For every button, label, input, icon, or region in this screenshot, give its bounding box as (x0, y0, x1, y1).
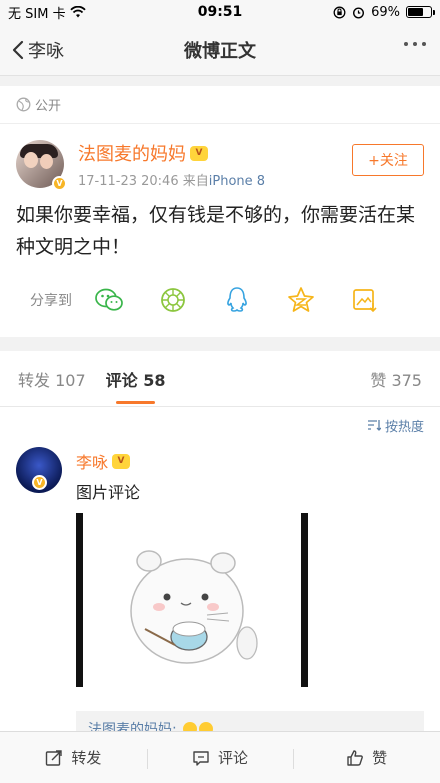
back-label: 李咏 (28, 40, 64, 62)
comment-button[interactable]: 评论 (146, 747, 294, 769)
comment-item: V 李咏 V 图片评论 法图麦的妈妈: (0, 443, 440, 743)
repost-icon (46, 749, 63, 766)
qzone-icon[interactable] (286, 285, 316, 315)
alarm-icon (353, 6, 365, 19)
share-label: 分享到 (30, 293, 72, 309)
post-header: V 法图麦的妈妈 V 17-11-23 20:46 来自iPhone 8 +关注 (16, 140, 424, 191)
carrier-label: 无 SIM 卡 (8, 6, 66, 22)
comment-body: 李咏 V 图片评论 (76, 447, 308, 743)
tab-comments[interactable]: 评论 58 (106, 351, 165, 407)
share-row: 分享到 (16, 263, 424, 337)
qq-icon[interactable] (222, 285, 252, 315)
page-title: 微博正文 (184, 40, 256, 62)
sort-icon (367, 420, 381, 431)
vip-crown-icon: V (112, 453, 131, 469)
globe-icon (16, 97, 31, 112)
wifi-icon (69, 6, 86, 18)
repost-label: 转发 (71, 749, 102, 767)
back-button[interactable]: 李咏 (0, 37, 64, 63)
bottom-action-bar: 转发 评论 赞 (0, 731, 440, 783)
rotation-lock-icon (333, 6, 346, 18)
post-timeline: 17-11-23 20:46 来自iPhone 8 (78, 170, 265, 189)
verified-badge-icon: V (32, 475, 47, 490)
divider (0, 76, 440, 86)
battery-percent: 69% (371, 4, 400, 20)
post-source-prefix: 来自 (182, 174, 209, 189)
post-date: 17-11-23 20:46 (78, 174, 179, 189)
status-right: 69% (333, 4, 435, 20)
battery-icon (406, 6, 435, 18)
like-label: 赞 (372, 749, 388, 767)
hamster-sticker-image (130, 550, 258, 664)
follow-button[interactable]: +关注 (352, 144, 424, 176)
sort-row: 按热度 (0, 407, 440, 443)
repost-button[interactable]: 转发 (0, 747, 147, 768)
wechat-icon[interactable] (94, 285, 124, 315)
like-button[interactable]: 赞 (293, 747, 440, 769)
interaction-tabs: 转发 107 评论 58 赞 375 (0, 351, 440, 407)
nav-bar: 李咏 微博正文 (0, 24, 440, 76)
comment-text: 图片评论 (76, 483, 141, 502)
post-meta: 法图麦的妈妈 V 17-11-23 20:46 来自iPhone 8 (78, 140, 265, 189)
save-image-icon[interactable] (350, 285, 380, 315)
author-name-row[interactable]: 法图麦的妈妈 V (78, 140, 265, 166)
tab-likes[interactable]: 赞 375 (370, 351, 422, 407)
status-bar: 无 SIM 卡 09:51 69% (0, 0, 440, 24)
visibility-row: 公开 (0, 86, 440, 124)
visibility-label: 公开 (35, 99, 62, 114)
status-time: 09:51 (197, 4, 243, 20)
more-options-icon[interactable] (404, 42, 426, 46)
battery-fill (408, 8, 424, 16)
comment-image[interactable] (76, 513, 308, 687)
thumbs-up-icon (347, 749, 364, 766)
commenter-name[interactable]: 李咏 (76, 449, 108, 473)
moments-icon[interactable] (158, 285, 188, 315)
status-left: 无 SIM 卡 (8, 3, 86, 22)
post-text: 如果你要幸福，仅有钱是不够的，你需要活在某种文明之中！ (16, 204, 416, 258)
post-device[interactable]: iPhone 8 (209, 174, 265, 189)
verified-badge-icon: V (52, 176, 67, 191)
weibo-post: V 法图麦的妈妈 V 17-11-23 20:46 来自iPhone 8 +关注… (0, 124, 440, 337)
comment-icon (193, 750, 209, 766)
tab-reposts[interactable]: 转发 107 (18, 351, 86, 407)
author-name[interactable]: 法图麦的妈妈 (78, 140, 186, 166)
vip-crown-icon: V (190, 145, 208, 161)
sort-hot-button[interactable]: 按热度 (385, 416, 424, 435)
chevron-left-icon (12, 40, 24, 59)
comment-label: 评论 (218, 749, 249, 767)
commenter-name-row[interactable]: 李咏 V (76, 449, 308, 473)
